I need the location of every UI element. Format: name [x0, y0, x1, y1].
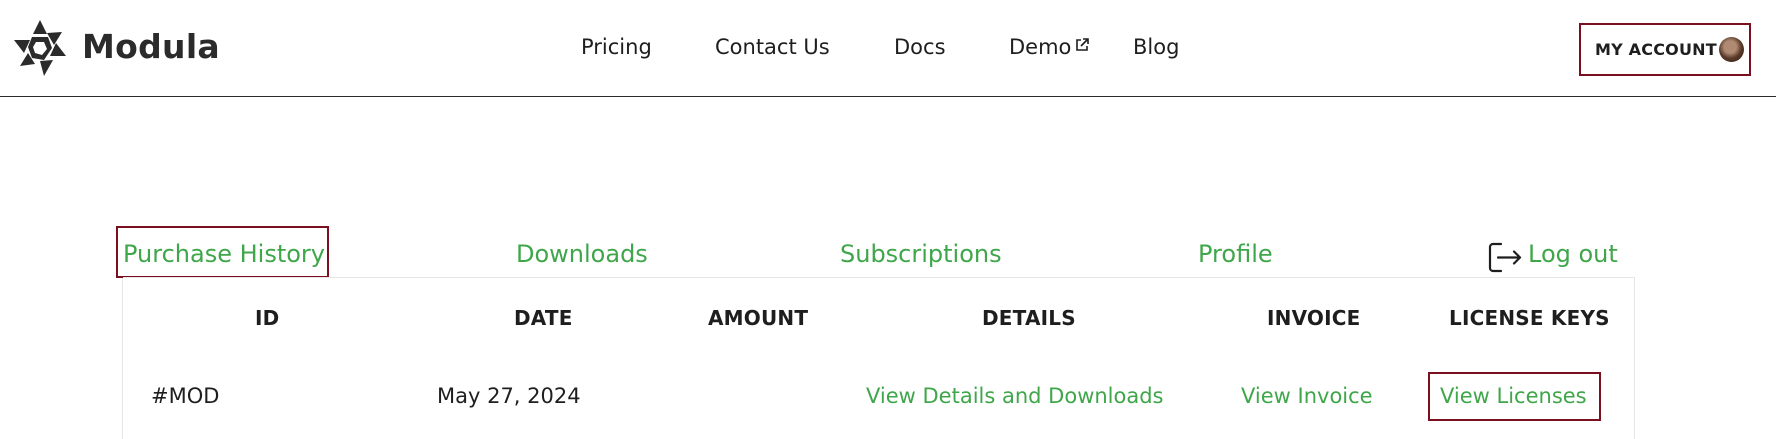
view-details-link[interactable]: View Details and Downloads — [866, 384, 1164, 408]
nav-contact-us[interactable]: Contact Us — [715, 35, 830, 59]
tab-log-out[interactable]: Log out — [1528, 240, 1618, 268]
column-header-amount: AMOUNT — [708, 306, 809, 330]
column-header-date: DATE — [514, 306, 573, 330]
avatar — [1719, 37, 1744, 62]
cell-order-date: May 27, 2024 — [437, 384, 581, 408]
my-account-label: MY ACCOUNT — [1595, 40, 1717, 59]
tab-downloads[interactable]: Downloads — [516, 240, 648, 268]
column-header-details: DETAILS — [982, 306, 1076, 330]
column-header-license-keys: LICENSE KEYS — [1449, 306, 1610, 330]
nav-demo-label: Demo — [1009, 35, 1072, 59]
cell-order-id: #MOD — [151, 384, 220, 408]
logout-icon[interactable] — [1488, 241, 1523, 274]
tab-profile[interactable]: Profile — [1198, 240, 1273, 268]
view-invoice-link[interactable]: View Invoice — [1241, 384, 1373, 408]
view-licenses-link[interactable]: View Licenses — [1440, 384, 1587, 408]
column-header-invoice: INVOICE — [1267, 306, 1361, 330]
nav-blog[interactable]: Blog — [1133, 35, 1179, 59]
tab-purchase-history[interactable]: Purchase History — [123, 240, 325, 268]
purchase-history-table — [122, 278, 1635, 439]
modula-logo-icon[interactable] — [14, 20, 66, 76]
brand-name[interactable]: Modula — [82, 27, 220, 66]
column-header-id: ID — [255, 306, 280, 330]
nav-docs[interactable]: Docs — [894, 35, 946, 59]
tab-subscriptions[interactable]: Subscriptions — [840, 240, 1002, 268]
nav-pricing[interactable]: Pricing — [581, 35, 652, 59]
site-header: Modula Pricing Contact Us Docs Demo Blog… — [0, 0, 1776, 97]
external-link-icon — [1076, 38, 1090, 51]
nav-demo[interactable]: Demo — [1009, 35, 1090, 59]
my-account-button[interactable]: MY ACCOUNT — [1579, 23, 1751, 76]
